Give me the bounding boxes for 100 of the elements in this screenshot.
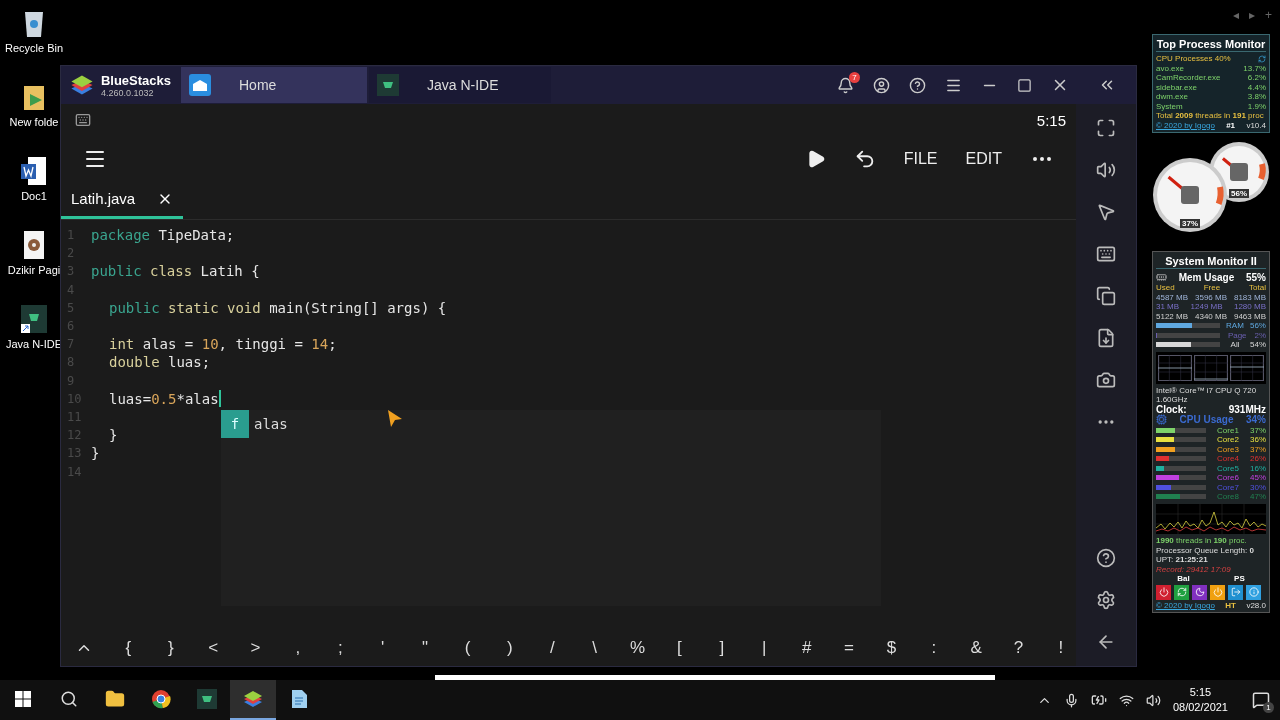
microphone-icon[interactable]: [1063, 692, 1079, 708]
record: Record: 29412 17:09: [1156, 564, 1232, 574]
notifications-icon[interactable]: [1252, 691, 1270, 709]
column-header: Used: [1156, 283, 1175, 292]
app-shortcut-icon[interactable]: [20, 304, 48, 334]
code-line: }: [109, 427, 118, 444]
app-version: 4.260.0.1032: [100, 87, 155, 98]
sleep-button[interactable]: [1192, 584, 1207, 600]
symbol-key[interactable]: }: [163, 638, 178, 658]
credit-link[interactable]: © 2020 by Igogo: [1156, 601, 1215, 610]
symbol-key[interactable]: =: [842, 638, 857, 658]
symbol-key[interactable]: ,: [290, 638, 305, 658]
copy-icon[interactable]: [1096, 286, 1116, 306]
gadget-control[interactable]: +: [1265, 8, 1272, 22]
fullscreen-icon[interactable]: [1096, 118, 1116, 138]
symbol-key[interactable]: $: [884, 638, 899, 658]
clock[interactable]: 5:15 08/02/2021: [1172, 685, 1228, 715]
bell-icon[interactable]: [837, 76, 854, 94]
mem-percent: 55%: [1246, 272, 1266, 282]
symbol-key[interactable]: ): [502, 638, 517, 658]
code-line: public static void main(String[] args) {: [109, 299, 447, 316]
symbol-key[interactable]: !: [1054, 638, 1068, 658]
volume-icon[interactable]: [1096, 160, 1116, 180]
core-percent: 26%: [1250, 454, 1266, 463]
home-icon: [189, 74, 211, 96]
battery-icon[interactable]: [1090, 692, 1107, 708]
help-icon[interactable]: [1096, 548, 1116, 568]
wifi-icon[interactable]: [1118, 692, 1134, 708]
account-icon[interactable]: [873, 76, 890, 94]
button-group-label: PS: [1234, 574, 1245, 583]
symbol-key[interactable]: ': [375, 638, 390, 658]
logout-button[interactable]: [1228, 584, 1243, 600]
cpu-name: Intel® Core™ i7 CPU Q 720 1.60GHz: [1156, 386, 1258, 404]
version: v10.4: [1246, 120, 1266, 130]
media-file-icon[interactable]: [22, 230, 46, 260]
app-icon: [377, 74, 399, 96]
column-header: Total: [1249, 283, 1266, 292]
menu-item[interactable]: EDIT: [965, 149, 1002, 168]
core-name: Core7: [1217, 482, 1239, 492]
symbol-key[interactable]: &: [969, 638, 984, 658]
symbol-key[interactable]: #: [799, 638, 814, 658]
suggestion-item[interactable]: f alas: [221, 410, 881, 438]
layers-icon: [69, 73, 95, 97]
maximize-icon[interactable]: [1017, 77, 1032, 93]
power-button[interactable]: [1156, 584, 1171, 600]
core-name: Core4: [1217, 454, 1239, 463]
symbol-key[interactable]: ;: [333, 638, 348, 658]
thread-count: 1990 threads in 190 proc.: [1156, 536, 1248, 545]
symbol-key[interactable]: <: [206, 638, 221, 658]
core-percent: 36%: [1250, 435, 1266, 444]
document-icon[interactable]: [20, 156, 48, 186]
bar-percent: 56%: [1249, 321, 1266, 330]
symbol-key[interactable]: /: [545, 638, 560, 658]
menu-item[interactable]: FILE: [903, 149, 938, 168]
volume-icon[interactable]: [1145, 692, 1161, 708]
app-icon: [197, 689, 217, 709]
process-percent: 3.8%: [1247, 92, 1266, 102]
symbol-key[interactable]: %: [630, 638, 645, 658]
file-tab[interactable]: Latih.java: [61, 181, 184, 219]
symbol-key[interactable]: ?: [1011, 638, 1026, 658]
symbol-key[interactable]: ]: [714, 638, 729, 658]
process-percent: 1.9%: [1247, 101, 1266, 111]
window-tab[interactable]: Home: [181, 67, 367, 103]
code-line: }: [91, 445, 100, 462]
refresh-icon[interactable]: [1258, 54, 1266, 63]
symbol-key[interactable]: :: [926, 638, 941, 658]
notification-badge: 7: [849, 71, 860, 83]
core-percent: 37%: [1250, 444, 1266, 454]
mini-graph: [1194, 354, 1228, 381]
symbol-key[interactable]: >: [248, 638, 263, 658]
symbol-key[interactable]: (: [460, 638, 475, 658]
core-percent: 45%: [1250, 473, 1266, 482]
settings-icon[interactable]: [1096, 590, 1116, 610]
symbol-key[interactable]: \: [587, 638, 602, 658]
symbol-key[interactable]: ": [418, 638, 433, 658]
process-percent: 13.7%: [1243, 63, 1266, 73]
download-icon[interactable]: [1096, 328, 1116, 348]
gadget-control[interactable]: ▸: [1249, 8, 1255, 22]
taskbar-app[interactable]: [230, 680, 276, 720]
core-percent: 16%: [1250, 463, 1266, 473]
keyboard-icon[interactable]: [1096, 244, 1116, 264]
mini-graph: [1158, 354, 1192, 381]
restart-button[interactable]: [1174, 584, 1189, 600]
symbol-key[interactable]: [: [672, 638, 687, 658]
camera-icon[interactable]: [1096, 370, 1116, 390]
pointer-icon[interactable]: [1096, 202, 1116, 222]
window-tab[interactable]: Java N-IDE: [369, 67, 551, 103]
gadget-control[interactable]: ◂: [1233, 8, 1239, 22]
symbol-key[interactable]: {: [121, 638, 136, 658]
mem-value: 1280 MB: [1233, 302, 1266, 311]
help-icon[interactable]: [909, 76, 926, 94]
symbol-key[interactable]: |: [757, 638, 772, 658]
shutdown-button[interactable]: [1210, 584, 1225, 600]
info-button[interactable]: [1246, 584, 1261, 600]
credit-link[interactable]: © 2020 by Igogo: [1156, 120, 1215, 130]
mem-value: 8183 MB: [1233, 292, 1266, 302]
browser-icon: [151, 689, 171, 709]
mem-value: 31 MB: [1156, 302, 1180, 311]
memory-icon: [1156, 271, 1167, 283]
core-name: Core3: [1217, 444, 1239, 454]
